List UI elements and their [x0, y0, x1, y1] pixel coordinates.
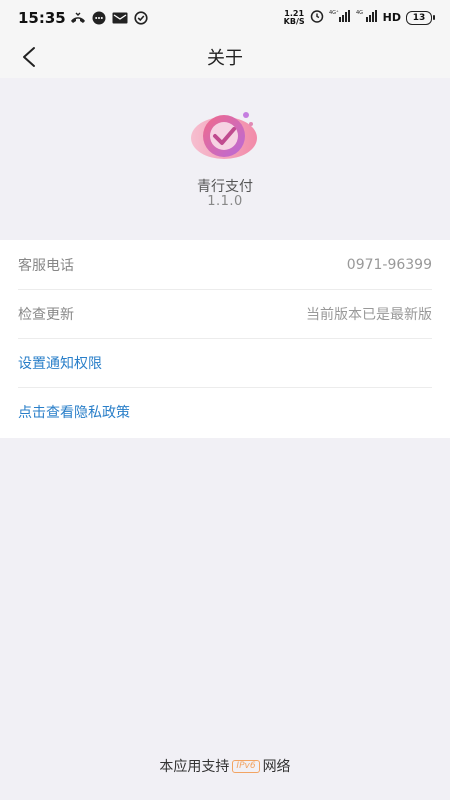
message-icon — [92, 11, 106, 25]
hd-icon: HD — [382, 11, 401, 24]
footer-prefix: 本应用支持 — [159, 759, 230, 775]
signal-icon: 4G — [356, 9, 378, 26]
nav-bar: 关于 — [0, 36, 450, 78]
missed-call-icon — [70, 12, 86, 24]
signal-4g-label: 4G⁺ — [329, 10, 339, 16]
svg-text:4G: 4G — [356, 10, 363, 16]
privacy-policy-link[interactable]: 点击查看隐私政策 — [18, 387, 432, 436]
row-value: 0971-96399 — [346, 256, 432, 273]
status-bar: 15:35 1.21 KB/S 4G⁺ 4G HD 13 — [0, 0, 450, 36]
customer-service-row[interactable]: 客服电话 0971-96399 — [18, 240, 432, 290]
alarm-icon — [310, 9, 324, 26]
row-label: 客服电话 — [18, 257, 74, 274]
row-label: 检查更新 — [18, 306, 74, 323]
mail-icon — [112, 12, 128, 24]
app-name: 青行支付 — [197, 179, 253, 195]
wifi-icon: 4G⁺ — [329, 9, 351, 26]
link-label[interactable]: 设置通知权限 — [18, 353, 102, 373]
app-version: 1.1.0 — [207, 194, 243, 209]
notification-permission-link[interactable]: 设置通知权限 — [18, 338, 432, 388]
net-speed: 1.21 KB/S — [283, 9, 305, 26]
page-title: 关于 — [207, 48, 243, 69]
status-left-icons — [70, 11, 148, 25]
ipv6-badge: IPv6 — [232, 759, 260, 773]
footer-suffix: 网络 — [262, 759, 291, 775]
net-speed-unit: KB/S — [283, 16, 305, 26]
info-list: 客服电话 0971-96399 检查更新 当前版本已是最新版 设置通知权限 点击… — [0, 240, 450, 438]
check-update-row[interactable]: 检查更新 当前版本已是最新版 — [18, 289, 432, 339]
link-label[interactable]: 点击查看隐私政策 — [18, 402, 130, 422]
footer: 本应用支持 IPv6 网络 — [0, 756, 450, 776]
battery-icon: 13 — [406, 10, 435, 25]
app-logo — [188, 106, 262, 164]
check-circle-icon — [134, 11, 148, 25]
status-right: 1.21 KB/S 4G⁺ 4G HD 13 — [283, 9, 435, 26]
row-value: 当前版本已是最新版 — [306, 306, 432, 323]
app-header: 青行支付 1.1.0 — [0, 78, 450, 240]
status-time: 15:35 — [18, 9, 66, 27]
